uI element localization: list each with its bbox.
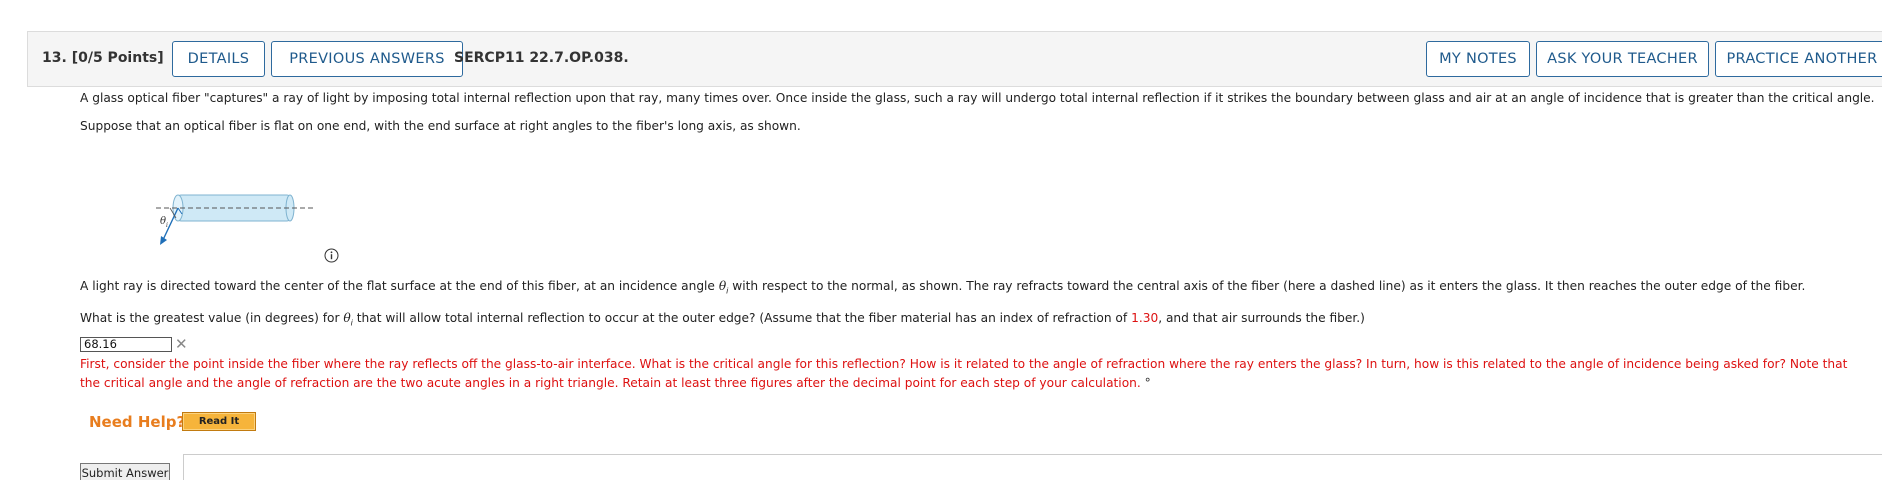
- answer-panel: [183, 454, 1882, 480]
- practice-another-button[interactable]: PRACTICE ANOTHER: [1715, 41, 1882, 77]
- question-label: 13. [0/5 Points]: [42, 50, 164, 66]
- question-text-end: , and that air surrounds the fiber.): [1158, 311, 1365, 325]
- question-points: [0/5 Points]: [71, 50, 164, 66]
- feedback-hint-text: First, consider the point inside the fib…: [80, 357, 1848, 390]
- question-header: 13. [0/5 Points] DETAILS PREVIOUS ANSWER…: [27, 31, 1882, 87]
- my-notes-button[interactable]: MY NOTES: [1426, 41, 1530, 77]
- answer-input[interactable]: 68.16: [80, 337, 172, 352]
- info-icon[interactable]: [324, 248, 339, 263]
- fiber-body: [177, 194, 291, 222]
- read-it-button[interactable]: Read It: [182, 412, 256, 431]
- question-text-start: What is the greatest value (in degrees) …: [80, 311, 344, 325]
- incorrect-icon: ✕: [175, 335, 188, 353]
- refraction-index-value: 1.30: [1131, 311, 1159, 325]
- theta-symbol-2: θ: [343, 311, 351, 325]
- degree-unit: °: [1144, 376, 1151, 390]
- ray-description-end: with respect to the normal, as shown. Th…: [728, 279, 1806, 293]
- optical-fiber-figure: θ i: [156, 194, 315, 245]
- question-text: What is the greatest value (in degrees) …: [80, 311, 1365, 327]
- theta-sub-label: i: [166, 222, 168, 229]
- setup-paragraph: Suppose that an optical fiber is flat on…: [80, 119, 801, 133]
- previous-answers-button[interactable]: PREVIOUS ANSWERS: [271, 41, 463, 77]
- problem-code: SERCP11 22.7.OP.038.: [454, 50, 629, 66]
- ray-description: A light ray is directed toward the cente…: [80, 279, 1805, 295]
- details-button[interactable]: DETAILS: [172, 41, 265, 77]
- question-text-middle: that will allow total internal reflectio…: [352, 311, 1132, 325]
- need-help-label: Need Help?: [89, 413, 186, 431]
- ask-your-teacher-button[interactable]: ASK YOUR TEACHER: [1536, 41, 1709, 77]
- question-number: 13.: [42, 50, 67, 66]
- submit-answer-button[interactable]: Submit Answer: [80, 463, 170, 480]
- ray-description-start: A light ray is directed toward the cente…: [80, 279, 719, 293]
- feedback-hint: First, consider the point inside the fib…: [80, 355, 1870, 393]
- intro-paragraph: A glass optical fiber "captures" a ray o…: [80, 91, 1875, 105]
